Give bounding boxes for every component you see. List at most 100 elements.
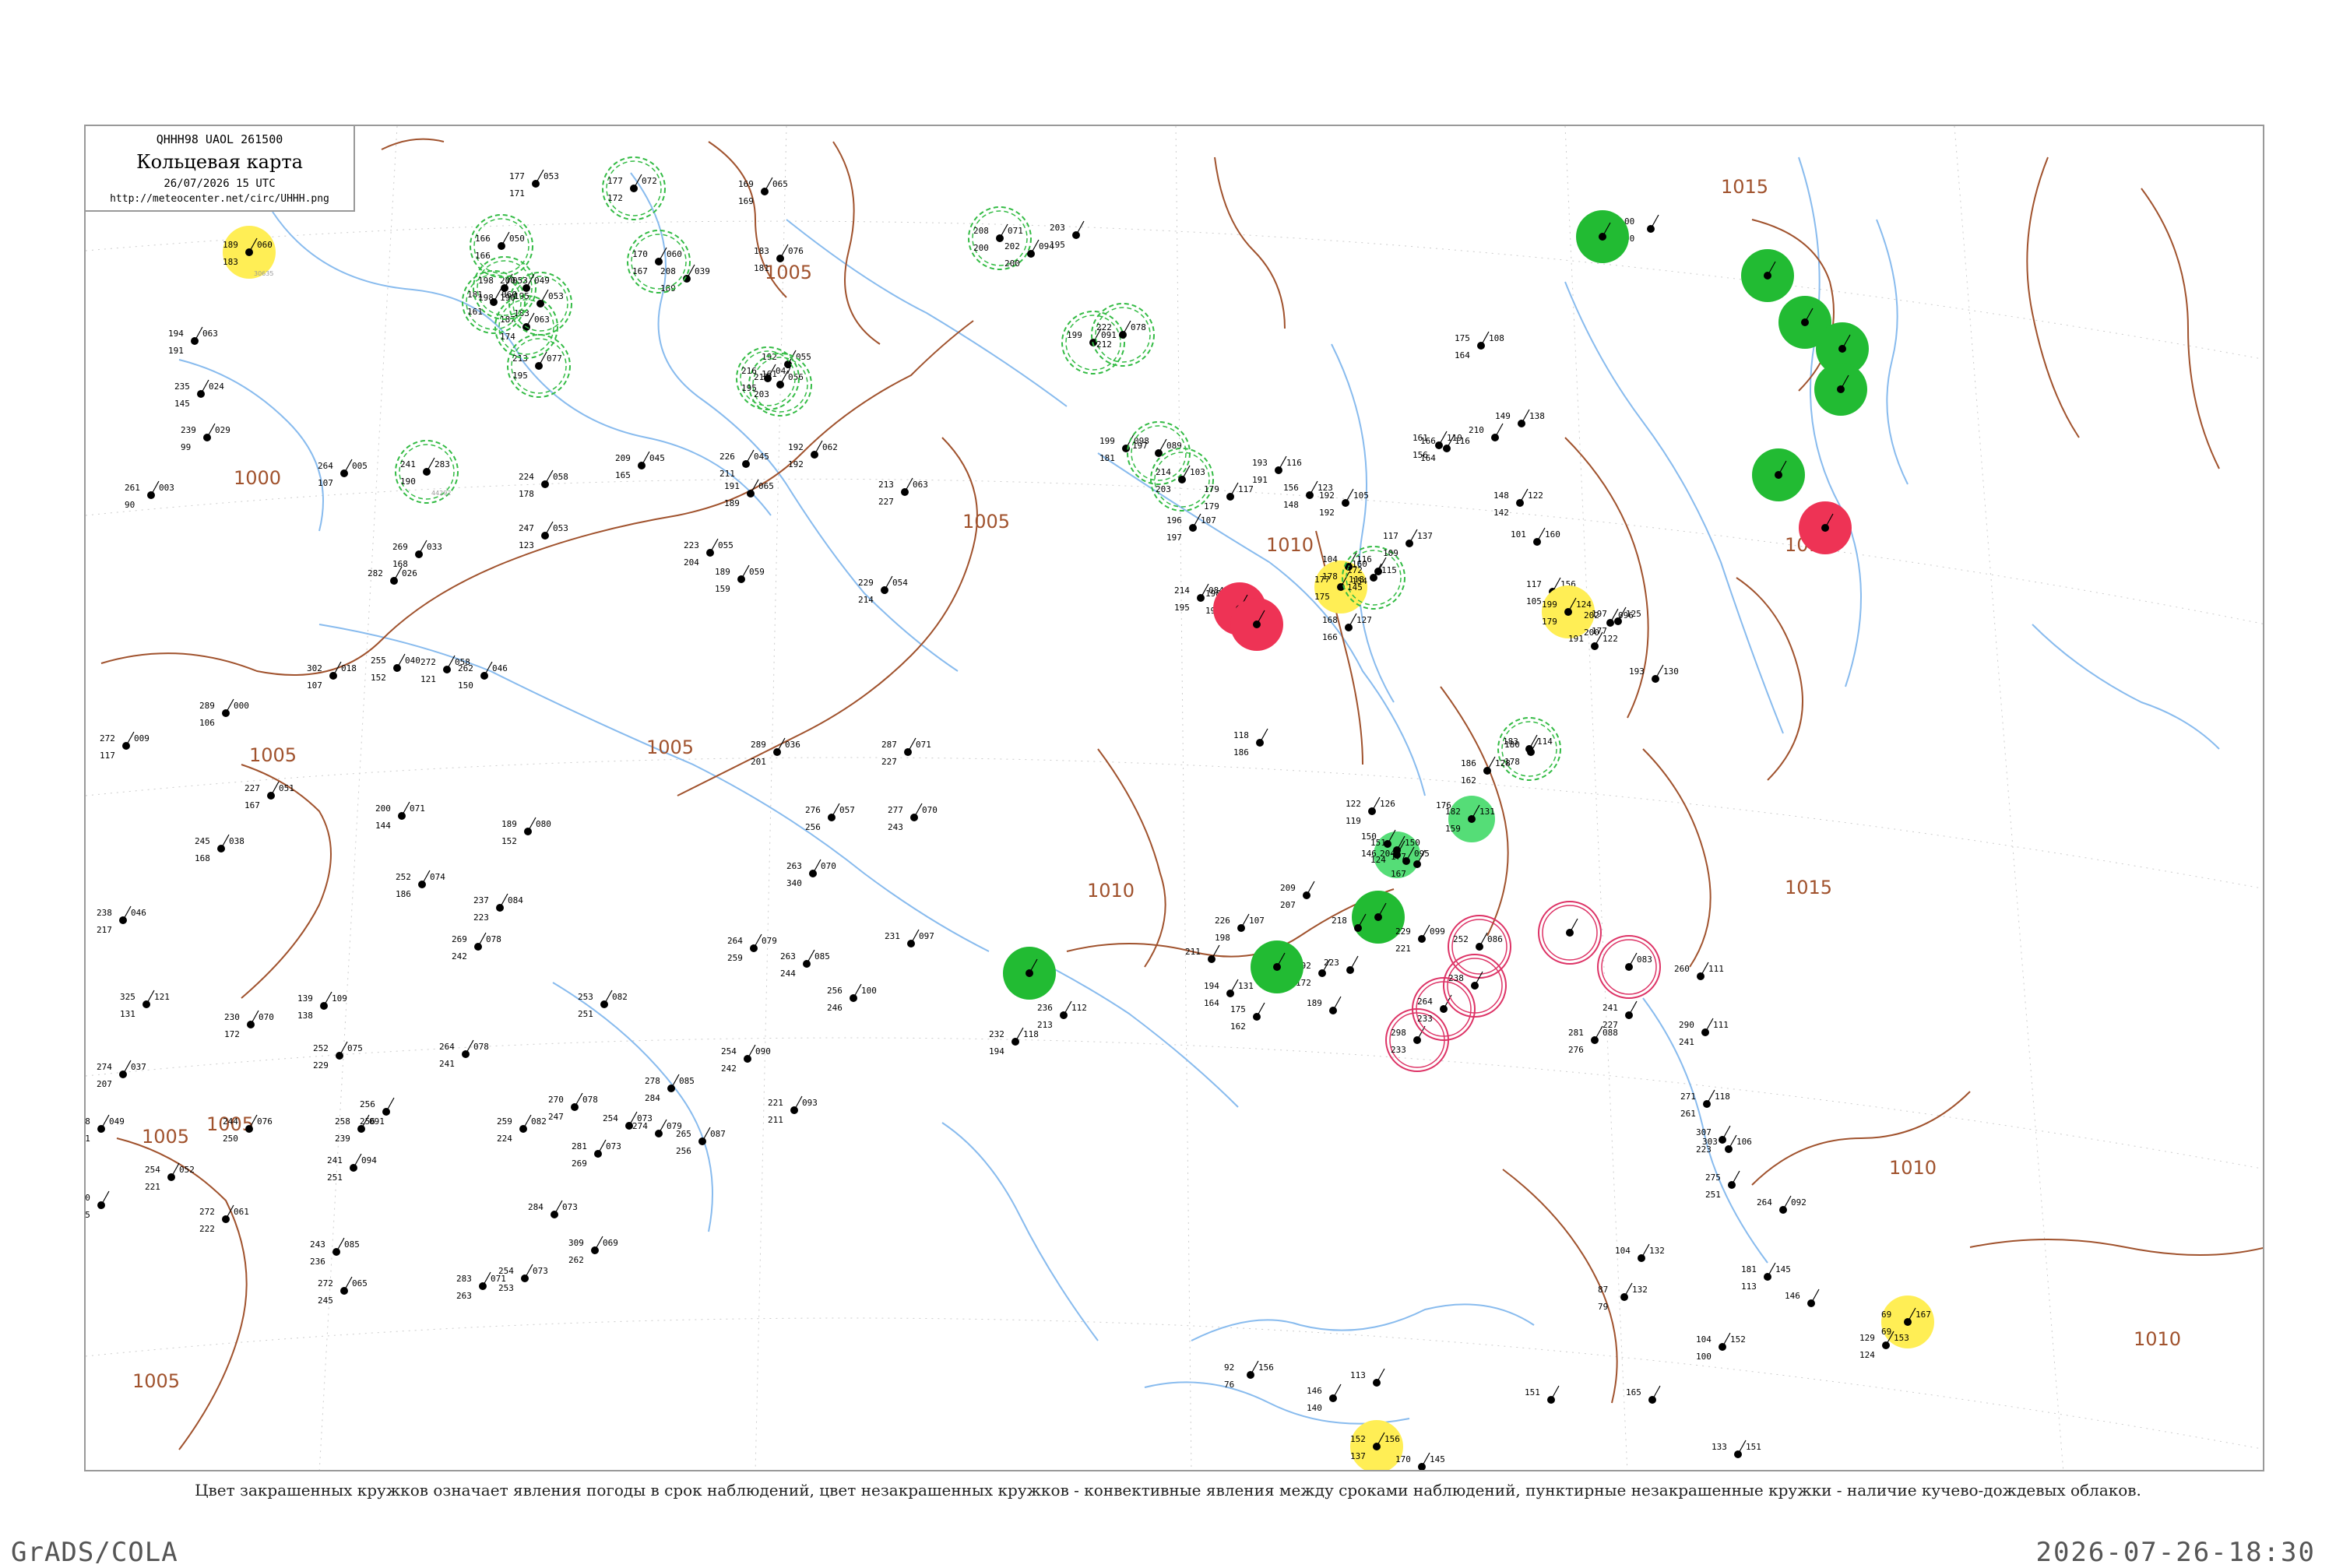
- wind-barb: [1480, 331, 1490, 346]
- station-temperature: 283: [456, 1274, 472, 1284]
- station-model: 289 036 201: [751, 737, 800, 767]
- station-pressure: 121: [154, 992, 170, 1002]
- station-pressure: 126: [1380, 799, 1395, 809]
- station-dewpoint: 145: [174, 399, 190, 409]
- wind-barb: [1306, 881, 1315, 896]
- wind-barb: [535, 169, 544, 185]
- station-pressure: 131: [1238, 981, 1254, 991]
- station-dewpoint: 138: [297, 1011, 313, 1021]
- station-temperature: 193: [1252, 458, 1268, 468]
- station-temperature: 179: [1204, 484, 1219, 494]
- station-model: 277 070 243: [888, 803, 938, 832]
- station-model: 165: [1626, 1385, 1661, 1404]
- station-dewpoint: 144: [375, 821, 391, 831]
- station-dewpoint: 256: [805, 822, 821, 832]
- station-pressure: 037: [131, 1062, 146, 1072]
- station-pressure: 072: [642, 176, 657, 186]
- station-pressure: 059: [749, 567, 765, 577]
- station-dewpoint: 105: [1526, 596, 1542, 606]
- station-pressure: 100: [861, 986, 877, 996]
- station-temperature: 151: [1370, 838, 1386, 848]
- station-dewpoint: 167: [245, 800, 260, 810]
- station-pressure: 122: [1528, 490, 1543, 501]
- wind-barb: [597, 1139, 607, 1155]
- wind-barb: [1259, 728, 1268, 744]
- station-dewpoint: 340: [786, 878, 802, 888]
- station-dewpoint: 76: [1224, 1380, 1234, 1390]
- station-model: 276 057 256: [805, 803, 855, 832]
- station-model: 229 099 221: [1395, 924, 1445, 954]
- wind-barb: [1641, 1243, 1650, 1259]
- station-model: 182 131 159: [1445, 796, 1495, 842]
- station-temperature: 229: [1395, 926, 1411, 937]
- station-model: 241 283 190 44292: [395, 440, 459, 504]
- station-pressure: 026: [402, 568, 417, 578]
- wind-barb: [753, 933, 762, 949]
- station-temperature: 298: [1391, 1028, 1406, 1038]
- station-temperature: 104: [1696, 1334, 1712, 1345]
- station-pressure: 153: [1894, 1333, 1909, 1343]
- station-temperature: 118: [1233, 730, 1249, 740]
- station-model: 281 073 269: [572, 1139, 621, 1169]
- isobar-label: 1005: [765, 262, 812, 283]
- station-pressure: 045: [754, 452, 769, 462]
- station-model: 252 074 186: [396, 870, 445, 899]
- station-temperature: 276: [805, 805, 821, 815]
- station-temperature: 165: [1626, 1387, 1641, 1397]
- map-url[interactable]: http://meteocenter.net/circ/UHHH.png: [86, 193, 354, 205]
- wind-barb: [641, 451, 650, 466]
- station-pressure: 283: [434, 459, 450, 469]
- station-dewpoint: 124: [1859, 1350, 1875, 1360]
- station-temperature: 92: [1224, 1362, 1234, 1373]
- station-model: [1538, 901, 1602, 965]
- station-model: 210: [1469, 423, 1504, 441]
- station-pressure: 150: [1405, 838, 1420, 848]
- station-model: 146: [1785, 1289, 1820, 1307]
- station-dewpoint: 90: [125, 500, 135, 510]
- station-dewpoint: 236: [310, 1257, 325, 1267]
- station-temperature: 183: [754, 246, 769, 256]
- station-model: 139 109 138: [297, 991, 347, 1021]
- station-dewpoint: 261: [1680, 1109, 1696, 1119]
- station-model: 189 080 152: [501, 817, 551, 846]
- station-model: 272 065 245: [318, 1276, 368, 1306]
- station-dewpoint: 211: [719, 469, 735, 479]
- station-pressure: 108: [1489, 333, 1504, 343]
- station-dewpoint: 99: [181, 442, 191, 452]
- station-dewpoint: 150: [458, 680, 473, 691]
- station-pressure: 055: [718, 540, 734, 550]
- wind-barb: [913, 803, 923, 818]
- station-index: 30635: [254, 270, 273, 277]
- station-dewpoint: 181: [754, 263, 769, 273]
- station-model: 170 060 167: [627, 230, 691, 294]
- station-model: 177 072 172: [602, 156, 666, 220]
- wind-barb: [426, 457, 435, 473]
- station-pressure: 083: [1637, 955, 1652, 965]
- station-pressure: 070: [821, 861, 836, 871]
- station-pressure: 090: [755, 1046, 771, 1056]
- station-temperature: 236: [1037, 1003, 1053, 1013]
- station-pressure: 082: [612, 992, 628, 1002]
- station-temperature: 203: [1050, 223, 1065, 233]
- station-pressure: 152: [1730, 1334, 1746, 1345]
- station-dewpoint: 178: [519, 489, 534, 499]
- isobar-label: 1005: [132, 1370, 180, 1392]
- station-pressure: 046: [492, 663, 508, 673]
- station-temperature: 160: [1352, 559, 1367, 569]
- wind-barb: [884, 575, 893, 591]
- station-pressure: 127: [1356, 615, 1372, 625]
- station-dewpoint: 181: [1099, 453, 1115, 463]
- station-pressure: 049: [109, 1116, 125, 1127]
- station-pressure: 117: [1238, 484, 1254, 494]
- station-dewpoint: 172: [607, 193, 623, 203]
- station-pressure: 092: [1791, 1197, 1807, 1208]
- station-pressure: 054: [892, 578, 908, 588]
- station-temperature: 209: [615, 453, 631, 463]
- station-dewpoint: 107: [307, 680, 322, 691]
- station-model: 191 065 189: [724, 479, 774, 508]
- wind-barb: [1628, 952, 1638, 968]
- station-pressure: 070: [922, 805, 938, 815]
- station-dewpoint: 164: [1204, 998, 1219, 1008]
- station-dewpoint: 107: [318, 478, 333, 488]
- wind-barb: [1737, 1440, 1747, 1455]
